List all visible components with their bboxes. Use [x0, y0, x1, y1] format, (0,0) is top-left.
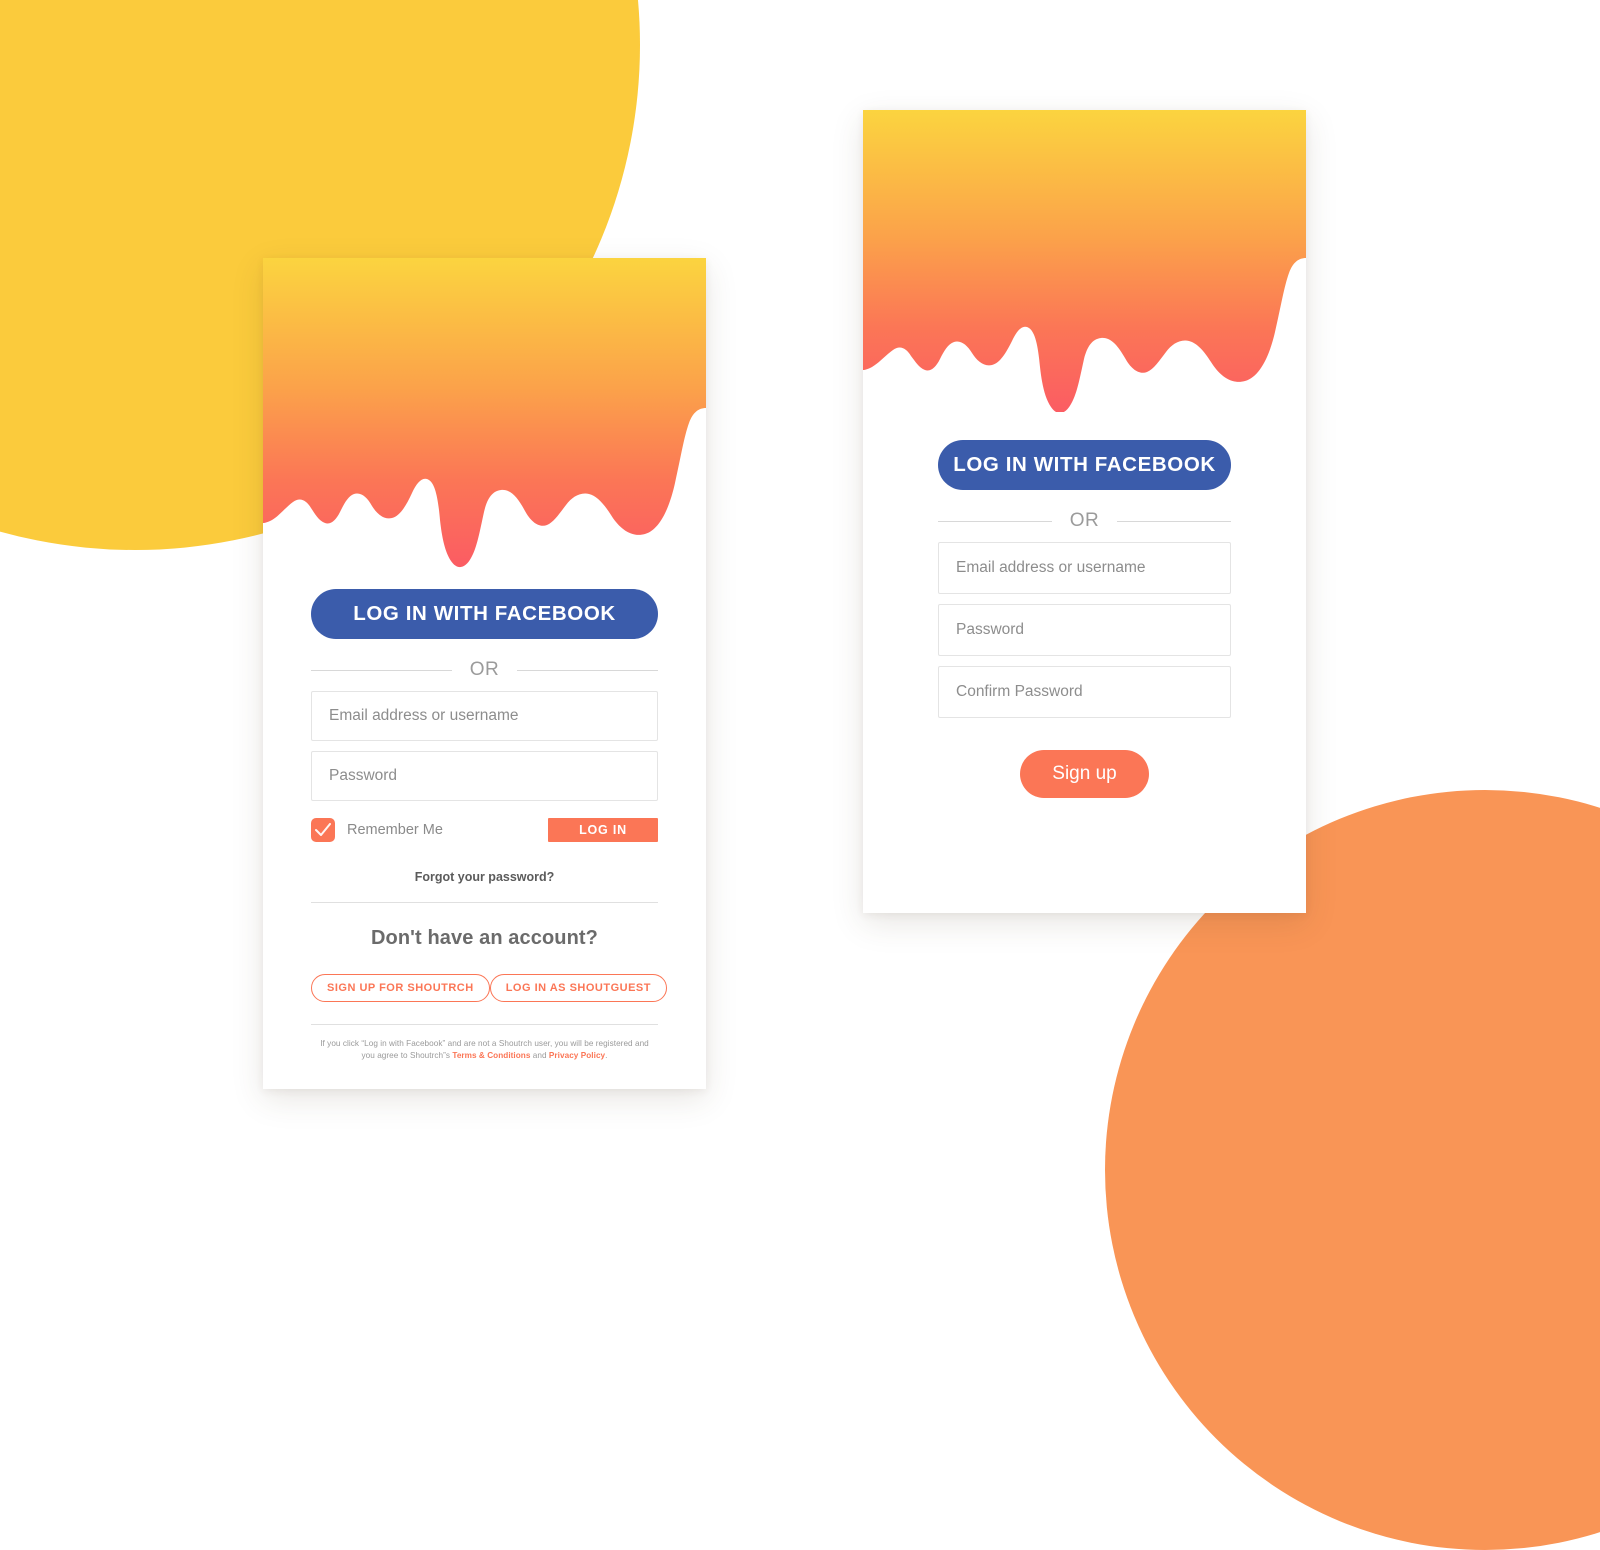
- forgot-password-link[interactable]: Forgot your password?: [311, 870, 658, 884]
- email-input[interactable]: [311, 691, 658, 741]
- check-icon: [315, 823, 331, 836]
- divider-line-left: [311, 669, 452, 671]
- terms-fineprint: If you click “Log in with Facebook” and …: [311, 1038, 658, 1062]
- section-divider-top: [311, 902, 658, 903]
- signup-card: LOG IN WITH FACEBOOK OR Sign up: [863, 110, 1306, 913]
- fineprint-line-2-lead: you agree to Shoutrch”s: [361, 1050, 453, 1060]
- signup-email-input[interactable]: [938, 542, 1231, 594]
- remember-me-label: Remember Me: [347, 822, 443, 838]
- signup-card-drip-header: [863, 110, 1306, 412]
- divider-line-left: [938, 520, 1052, 522]
- fineprint-period: .: [605, 1050, 608, 1060]
- login-or-divider: OR: [311, 659, 658, 681]
- no-account-title: Don't have an account?: [371, 927, 598, 949]
- signup-password-input[interactable]: [938, 604, 1231, 656]
- signup-confirm-password-input[interactable]: [938, 666, 1231, 718]
- signup-submit-button[interactable]: Sign up: [1020, 750, 1149, 798]
- login-card-drip-header: [263, 258, 706, 568]
- or-label: OR: [1069, 510, 1100, 531]
- remember-me-row: Remember Me LOG IN: [311, 818, 658, 842]
- facebook-login-button[interactable]: LOG IN WITH FACEBOOK: [311, 589, 658, 639]
- signup-or-divider: OR: [938, 510, 1231, 532]
- signup-for-shoutrch-button[interactable]: SIGN UP FOR SHOUTRCH: [311, 974, 490, 1002]
- or-label: OR: [469, 659, 500, 680]
- privacy-policy-link[interactable]: Privacy Policy: [549, 1051, 605, 1060]
- terms-and-conditions-link[interactable]: Terms & Conditions: [452, 1051, 530, 1060]
- login-card: LOG IN WITH FACEBOOK OR Remember Me LOG …: [263, 258, 706, 1089]
- login-as-shoutguest-button[interactable]: LOG IN AS SHOUTGUEST: [489, 974, 667, 1002]
- fineprint-conjunction: and: [530, 1050, 549, 1060]
- fineprint-line-1: If you click “Log in with Facebook” and …: [320, 1039, 649, 1048]
- password-input[interactable]: [311, 751, 658, 801]
- login-button[interactable]: LOG IN: [548, 818, 658, 842]
- divider-line-right: [1117, 520, 1231, 522]
- section-divider-bottom: [311, 1024, 658, 1025]
- signup-card-body: LOG IN WITH FACEBOOK OR Sign up: [863, 412, 1306, 913]
- remember-me-checkbox[interactable]: [311, 818, 335, 842]
- divider-line-right: [517, 669, 658, 671]
- signup-options-row: SIGN UP FOR SHOUTRCH LOG IN AS SHOUTGUES…: [311, 974, 667, 1002]
- login-card-body: LOG IN WITH FACEBOOK OR Remember Me LOG …: [263, 568, 706, 1089]
- signup-facebook-login-button[interactable]: LOG IN WITH FACEBOOK: [938, 440, 1231, 490]
